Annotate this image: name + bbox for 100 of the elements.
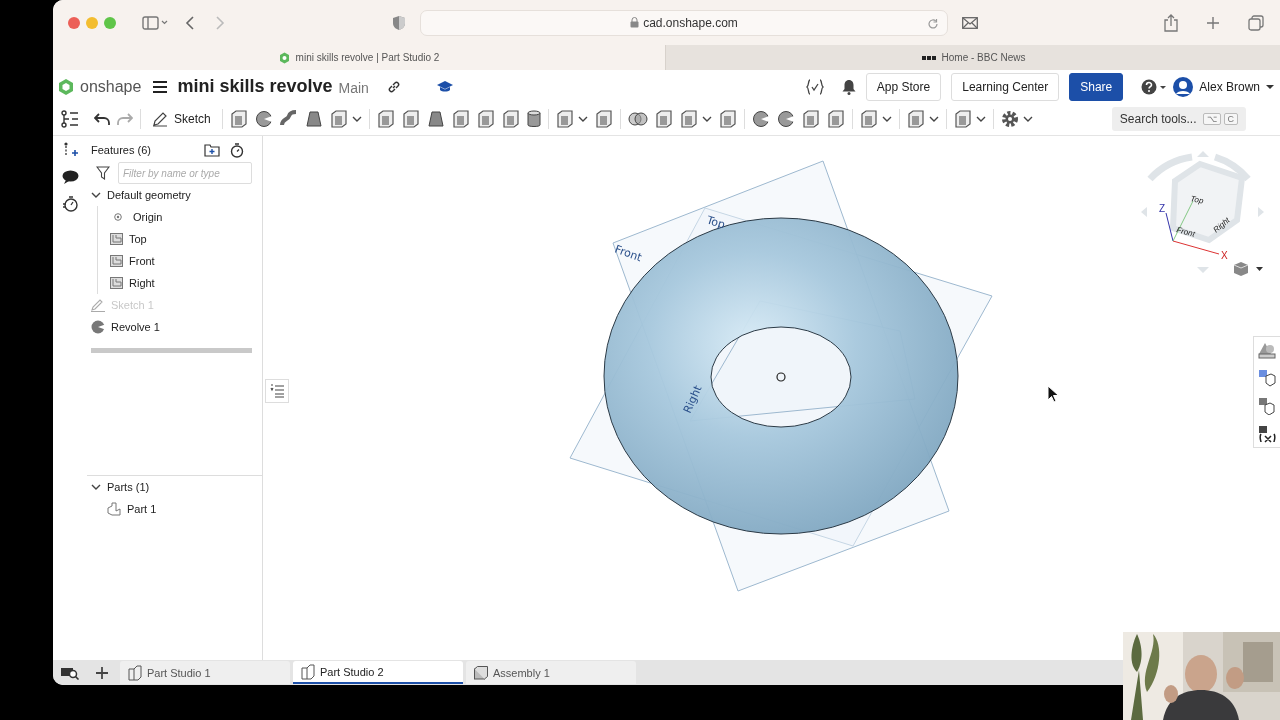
branch-label[interactable]: Main bbox=[338, 80, 369, 96]
plane-icon bbox=[110, 277, 123, 289]
appearance-icon[interactable] bbox=[1258, 341, 1276, 359]
cube-icon[interactable] bbox=[654, 110, 673, 128]
part-item[interactable]: Part 1 bbox=[87, 498, 262, 520]
browser-tab[interactable]: Home - BBC News bbox=[665, 45, 1280, 70]
share-icon[interactable] bbox=[1164, 13, 1178, 32]
lock-icon bbox=[630, 17, 640, 28]
sweep-icon[interactable] bbox=[279, 110, 298, 128]
sketch-button[interactable]: Sketch bbox=[148, 111, 215, 127]
grid-cube-icon[interactable] bbox=[1258, 369, 1276, 387]
grid-function-icon[interactable] bbox=[1258, 425, 1276, 443]
chevron-icon[interactable] bbox=[91, 191, 101, 199]
loft-icon[interactable] bbox=[304, 110, 323, 128]
revolve-icon[interactable] bbox=[776, 110, 795, 128]
filter-icon[interactable] bbox=[96, 166, 110, 180]
cube-icon[interactable] bbox=[594, 110, 613, 128]
address-bar[interactable]: cad.onshape.com bbox=[420, 9, 948, 36]
caret-icon[interactable] bbox=[701, 115, 712, 123]
sidebar-icon[interactable] bbox=[142, 14, 168, 31]
stopwatch-icon[interactable] bbox=[62, 196, 78, 212]
mail-icon[interactable] bbox=[962, 16, 978, 29]
shortcut-key: ⌥ bbox=[1202, 113, 1221, 125]
cube-icon[interactable] bbox=[451, 110, 470, 128]
search-tools-field[interactable]: Search tools... ⌥ C bbox=[1111, 107, 1246, 131]
cube-icon[interactable] bbox=[826, 110, 845, 128]
tree-item[interactable]: Right bbox=[110, 272, 262, 294]
features-title: Features (6) bbox=[91, 144, 151, 156]
app-logo[interactable]: onshape bbox=[80, 77, 142, 96]
link-icon[interactable] bbox=[386, 79, 401, 94]
plane-icon bbox=[110, 233, 123, 245]
cube-icon[interactable] bbox=[718, 110, 737, 128]
cube-icon[interactable] bbox=[501, 110, 520, 128]
cube-icon[interactable] bbox=[555, 110, 574, 128]
feature-list-icon[interactable] bbox=[61, 110, 79, 128]
grid-braces-icon[interactable] bbox=[1258, 397, 1276, 415]
user-name[interactable]: Alex Brown bbox=[1199, 79, 1260, 94]
cube-icon[interactable] bbox=[229, 110, 248, 128]
cube-icon[interactable] bbox=[401, 110, 420, 128]
tabs-overview-icon[interactable] bbox=[1248, 14, 1264, 31]
window-controls-icon[interactable] bbox=[68, 16, 116, 29]
header-button[interactable]: Learning Center bbox=[951, 72, 1060, 101]
caret-icon[interactable] bbox=[975, 115, 986, 123]
chevron-icon[interactable] bbox=[91, 483, 101, 491]
tree-item[interactable]: Default geometry bbox=[87, 184, 262, 206]
caret-icon[interactable] bbox=[351, 115, 362, 123]
origin-icon[interactable] bbox=[776, 372, 786, 382]
graduation-cap-icon[interactable] bbox=[436, 79, 453, 94]
cylinder-icon[interactable] bbox=[526, 110, 541, 128]
view-mode-icon[interactable] bbox=[1233, 262, 1263, 276]
overlapping-circles-icon[interactable] bbox=[627, 111, 648, 127]
cube-icon[interactable] bbox=[859, 110, 878, 128]
loft-icon[interactable] bbox=[426, 110, 445, 128]
shortcut-key: C bbox=[1223, 113, 1238, 125]
document-title[interactable]: mini skills revolve bbox=[177, 76, 333, 97]
cube-icon[interactable] bbox=[953, 110, 972, 128]
filter-field[interactable]: Filter by name or type bbox=[118, 162, 252, 184]
variables-icon[interactable] bbox=[805, 78, 824, 95]
add-point-icon[interactable] bbox=[62, 142, 78, 158]
caret-icon[interactable] bbox=[577, 115, 588, 123]
revolve-icon[interactable] bbox=[751, 110, 770, 128]
cube-icon[interactable] bbox=[801, 110, 820, 128]
caret-icon[interactable] bbox=[1266, 83, 1274, 90]
cube-icon[interactable] bbox=[376, 110, 395, 128]
plus-icon[interactable] bbox=[1206, 15, 1220, 30]
tree-item[interactable]: Revolve 1 bbox=[87, 316, 262, 338]
bell-icon[interactable] bbox=[841, 78, 856, 95]
tree-item[interactable]: Top bbox=[110, 228, 262, 250]
cube-icon[interactable] bbox=[476, 110, 495, 128]
caret-icon[interactable] bbox=[1022, 115, 1033, 123]
cube-icon[interactable] bbox=[906, 110, 925, 128]
tree-item[interactable]: Front bbox=[110, 250, 262, 272]
cube-icon[interactable] bbox=[329, 110, 348, 128]
comment-icon[interactable] bbox=[61, 170, 79, 184]
document-tab[interactable]: Part Studio 1 bbox=[120, 661, 290, 684]
undo-icon[interactable] bbox=[94, 112, 110, 126]
back-icon[interactable] bbox=[184, 14, 196, 31]
url-text: cad.onshape.com bbox=[643, 15, 738, 30]
browser-tab[interactable]: mini skills revolve | Part Studio 2 bbox=[53, 45, 665, 70]
avatar-icon[interactable] bbox=[1173, 76, 1194, 97]
caret-icon[interactable] bbox=[881, 115, 892, 123]
header-button[interactable]: App Store bbox=[865, 72, 942, 101]
tree-item[interactable]: Origin bbox=[110, 206, 262, 228]
parts-header[interactable]: Parts (1) bbox=[87, 476, 262, 498]
hexagon-logo-icon bbox=[278, 51, 290, 64]
document-tab[interactable]: Part Studio 2 bbox=[293, 661, 463, 684]
shield-icon[interactable] bbox=[392, 14, 406, 31]
share-button[interactable]: Share bbox=[1069, 72, 1124, 101]
menu-icon[interactable] bbox=[153, 80, 168, 93]
revolve-icon[interactable] bbox=[254, 110, 273, 128]
reload-icon[interactable] bbox=[927, 17, 939, 30]
stopwatch-icon[interactable] bbox=[230, 142, 244, 158]
document-tab[interactable]: Assembly 1 bbox=[466, 661, 636, 684]
part-icon bbox=[107, 502, 121, 516]
add-folder-icon[interactable] bbox=[204, 143, 220, 157]
feature-list-toggle-icon[interactable] bbox=[265, 379, 289, 403]
help-icon[interactable] bbox=[1141, 78, 1168, 95]
settings-icon[interactable] bbox=[1000, 110, 1019, 128]
cube-icon[interactable] bbox=[679, 110, 698, 128]
caret-icon[interactable] bbox=[928, 115, 939, 123]
